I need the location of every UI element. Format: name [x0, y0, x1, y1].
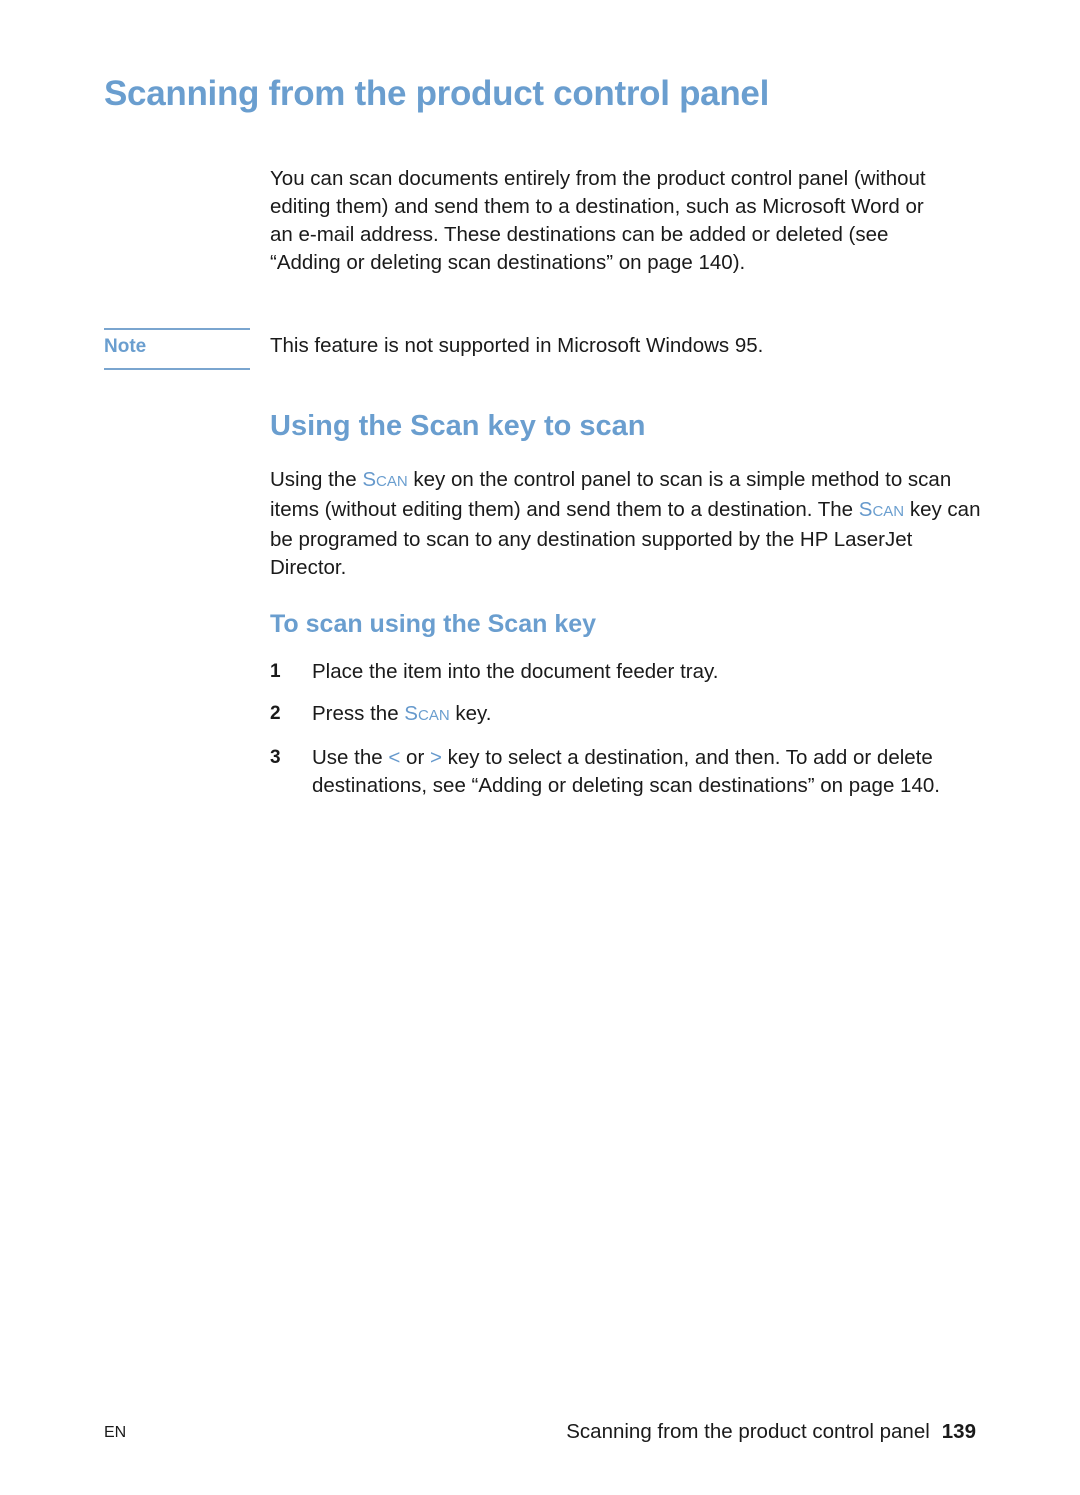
step-number: 2 [270, 703, 281, 724]
footer-language: EN [104, 1424, 127, 1441]
scan-key-label: SCAN [859, 498, 904, 521]
subsection-heading: To scan using the Scan key [270, 610, 597, 638]
step-number: 1 [270, 661, 281, 682]
step-text-before: Use the [312, 746, 389, 769]
scan-key-label: SCAN [362, 468, 407, 491]
step-text-before: Press the [312, 702, 405, 725]
scan-key-rest: CAN [376, 473, 408, 490]
step-item: 3 Use the < or > key to select a destina… [270, 744, 985, 800]
scan-key-label: SCAN [404, 702, 449, 725]
note-label-box: Note [104, 328, 250, 370]
page-title: Scanning from the product control panel [104, 74, 769, 113]
scan-key-first: S [404, 702, 418, 725]
footer-running-title: Scanning from the product control panel 1… [566, 1420, 976, 1444]
section-paragraph: Using the SCAN key on the control panel … [270, 466, 985, 582]
steps-list: 1 Place the item into the document feede… [270, 658, 985, 814]
right-key-label: > [429, 746, 442, 769]
step-text-mid: or [400, 746, 430, 769]
note-text: This feature is not supported in Microso… [270, 334, 764, 357]
step-number: 3 [270, 747, 281, 768]
intro-paragraph: You can scan documents entirely from the… [270, 167, 926, 274]
note-label: Note [104, 336, 147, 357]
step-text: Place the item into the document feeder … [312, 660, 719, 683]
page-number: 139 [941, 1420, 976, 1443]
scan-key-first: S [858, 498, 873, 521]
scan-key-first: S [362, 468, 376, 491]
step-item: 1 Place the item into the document feede… [270, 658, 985, 686]
left-key-label: < [388, 746, 401, 769]
scan-key-rest: CAN [872, 503, 905, 520]
scan-key-rest: CAN [417, 707, 450, 724]
step-item: 2 Press the SCAN key. [270, 700, 985, 730]
step-text-after: key. [449, 702, 492, 725]
footer-chapter: Scanning from the product control panel [566, 1420, 930, 1443]
section-heading: Using the Scan key to scan [270, 410, 646, 442]
section-text-1: Using the [270, 468, 363, 491]
